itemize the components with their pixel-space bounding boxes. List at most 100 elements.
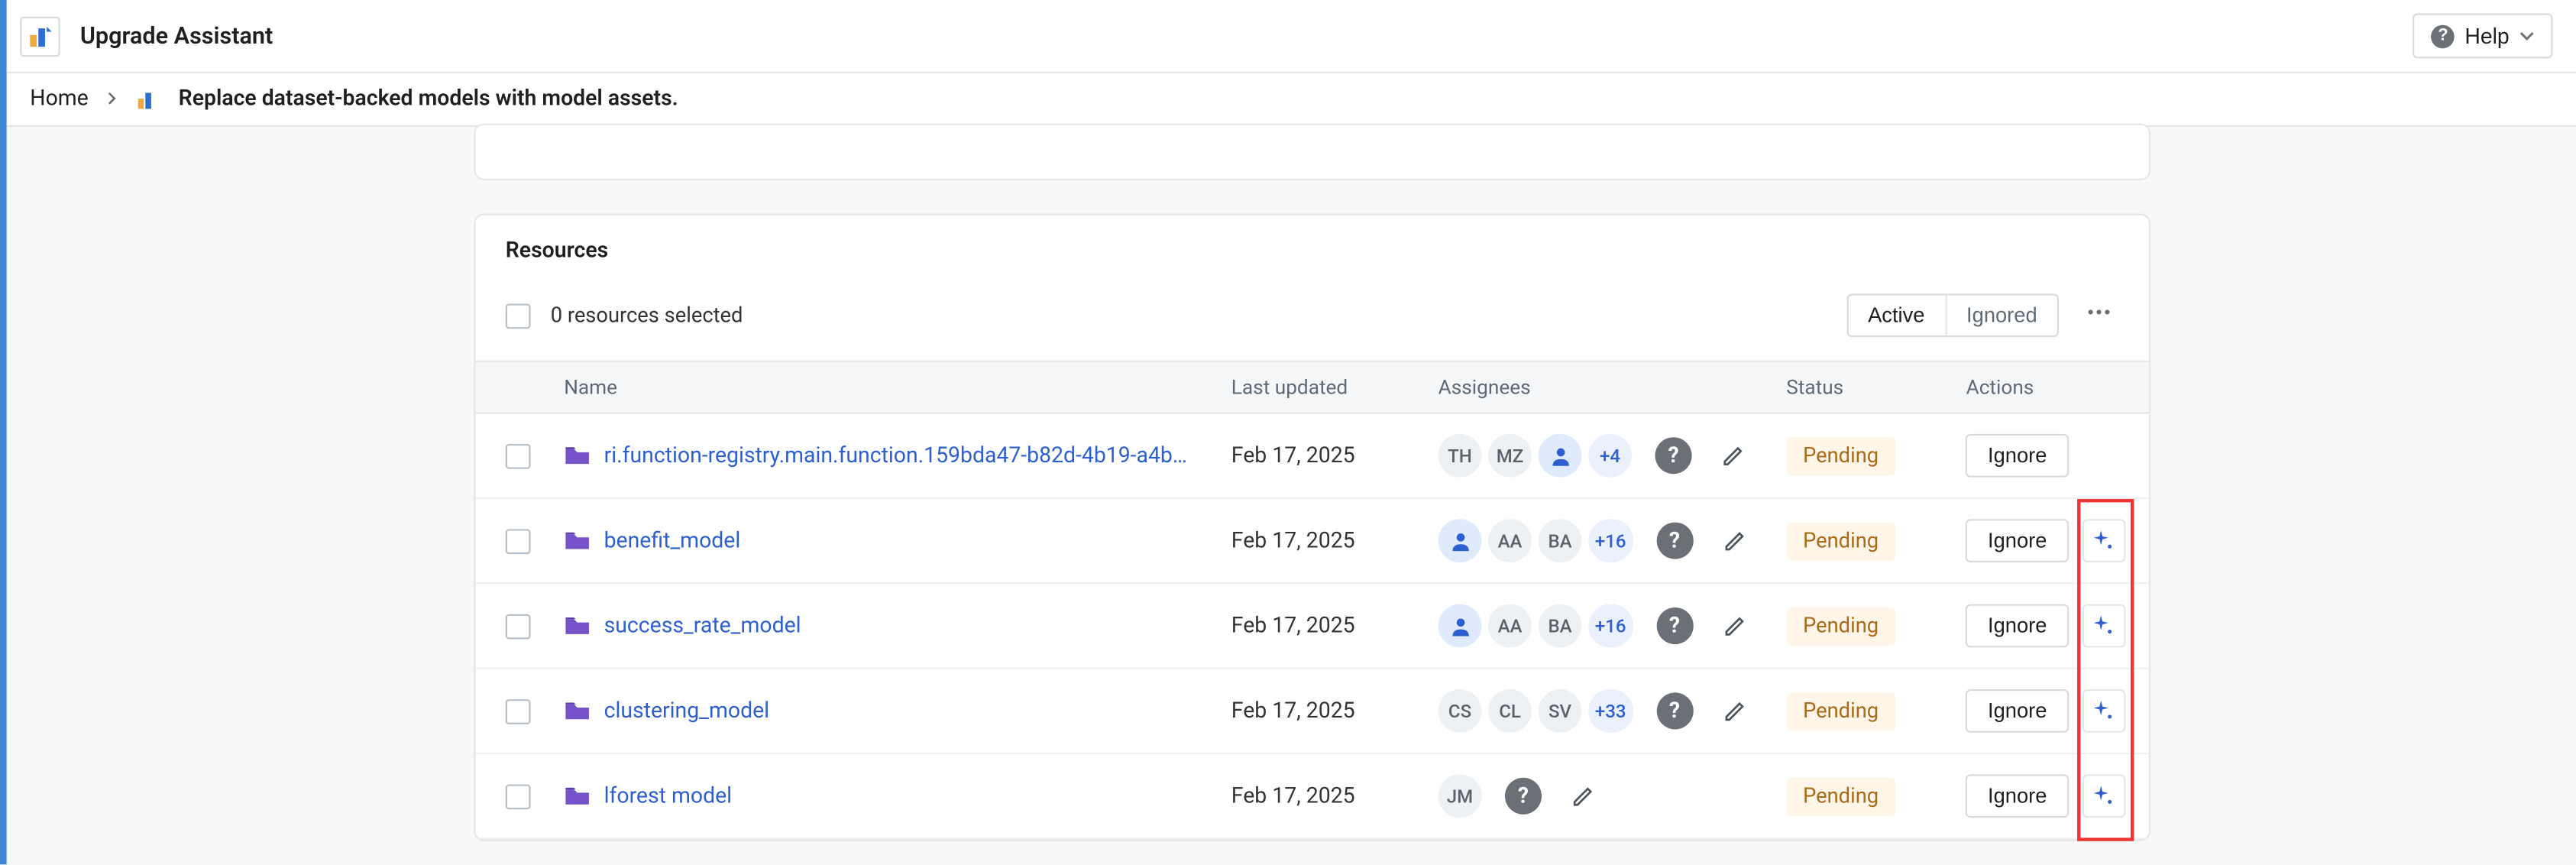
breadcrumb-current: Replace dataset-backed models with model… [179, 87, 678, 112]
ignore-button[interactable]: Ignore [1966, 689, 2069, 733]
assignee-chip[interactable]: CL [1488, 689, 1532, 733]
assignee-help-icon[interactable]: ? [1655, 437, 1692, 474]
assignee-chip[interactable] [1438, 519, 1482, 562]
edit-assignees-icon[interactable] [1717, 523, 1753, 559]
assignees-group: THMZ +4? [1438, 434, 1753, 478]
breadcrumb-home[interactable]: Home [30, 87, 88, 112]
help-button[interactable]: ? Help [2413, 13, 2553, 58]
resources-table: Name Last updated Assignees Status Actio… [475, 361, 2149, 840]
assignee-chip[interactable]: BA [1539, 519, 1582, 562]
active-ignored-segment: Active Ignored [1846, 293, 2059, 337]
row-checkbox[interactable] [506, 443, 531, 468]
model-folder-icon [564, 699, 591, 723]
col-header-last-updated: Last updated [1215, 361, 1422, 413]
ai-assist-button[interactable] [2082, 774, 2125, 818]
table-row: ri.function-registry.main.function.159bd… [475, 413, 2149, 498]
assignees-group: AABA+16? [1438, 519, 1753, 562]
top-bar: Upgrade Assistant ? Help [7, 0, 2576, 73]
ai-assist-button[interactable] [2082, 604, 2125, 648]
ai-assist-button[interactable] [2082, 519, 2125, 562]
chevron-down-icon [2519, 28, 2535, 44]
ignore-button[interactable]: Ignore [1966, 604, 2069, 648]
resources-toolbar: 0 resources selected Active Ignored [475, 280, 2149, 361]
ellipsis-icon [2086, 298, 2112, 325]
assignee-chip[interactable]: +16 [1588, 519, 1633, 562]
resources-title: Resources [475, 215, 2149, 280]
row-checkbox[interactable] [506, 528, 531, 553]
upgrade-assistant-icon [27, 22, 53, 49]
edit-assignees-icon[interactable] [1715, 437, 1752, 474]
assignee-chip[interactable]: +16 [1588, 604, 1633, 648]
breadcrumb-icon [135, 86, 162, 112]
col-header-actions: Actions [1950, 361, 2149, 413]
col-header-status: Status [1769, 361, 1949, 413]
assignee-chip[interactable]: CS [1438, 689, 1482, 733]
model-folder-icon [564, 529, 591, 552]
edit-assignees-icon[interactable] [1717, 692, 1753, 729]
table-row: clustering_model Feb 17, 2025 CSCLSV+33? Pe… [475, 669, 2149, 753]
assignee-chip[interactable]: MZ [1488, 434, 1532, 478]
resource-name-link[interactable]: success_rate_model [604, 614, 801, 639]
col-header-name: Name [547, 361, 1215, 413]
assignees-group: JM? [1438, 774, 1753, 818]
segment-active-button[interactable]: Active [1848, 296, 1945, 335]
selection-count-label: 0 resources selected [551, 303, 743, 328]
assignee-help-icon[interactable]: ? [1656, 523, 1693, 559]
resource-name-link[interactable]: ri.function-registry.main.function.159bd… [604, 443, 1199, 468]
row-checkbox[interactable] [506, 783, 531, 808]
status-badge: Pending [1786, 436, 1895, 475]
assignee-help-icon[interactable]: ? [1656, 692, 1693, 729]
table-row: success_rate_model Feb 17, 2025 AABA+16? Pe… [475, 583, 2149, 668]
assignees-group: AABA+16? [1438, 604, 1753, 648]
app-icon [20, 16, 60, 56]
ignore-button[interactable]: Ignore [1966, 434, 2069, 478]
ignore-button[interactable]: Ignore [1966, 774, 2069, 818]
assignee-chip[interactable]: AA [1488, 519, 1532, 562]
segment-ignored-button[interactable]: Ignored [1945, 296, 2057, 335]
ai-assist-button[interactable] [2082, 689, 2125, 733]
assignee-chip[interactable]: +33 [1588, 689, 1633, 733]
assignee-chip[interactable]: TH [1438, 434, 1482, 478]
table-row: lforest model Feb 17, 2025 JM? Pending Ignor… [475, 753, 2149, 838]
status-badge: Pending [1786, 607, 1895, 645]
help-label: Help [2464, 24, 2509, 49]
model-folder-icon [564, 614, 591, 638]
last-updated-text: Feb 17, 2025 [1231, 528, 1355, 553]
assignee-chip[interactable]: +4 [1588, 434, 1632, 478]
last-updated-text: Feb 17, 2025 [1231, 614, 1355, 639]
more-actions-button[interactable] [2079, 298, 2118, 333]
assignees-group: CSCLSV+33? [1438, 689, 1753, 733]
edit-assignees-icon[interactable] [1717, 607, 1753, 644]
assignee-chip[interactable]: BA [1539, 604, 1582, 648]
assignee-chip[interactable]: JM [1438, 774, 1482, 818]
assignee-chip[interactable]: SV [1539, 689, 1582, 733]
row-checkbox[interactable] [506, 614, 531, 639]
resource-name-link[interactable]: clustering_model [604, 698, 769, 724]
resource-name-link[interactable]: benefit_model [604, 528, 741, 553]
last-updated-text: Feb 17, 2025 [1231, 443, 1355, 468]
resource-name-link[interactable]: lforest model [604, 783, 732, 808]
table-row: benefit_modelFeb 17, 2025AABA+16?Pending… [475, 498, 2149, 583]
last-updated-text: Feb 17, 2025 [1231, 698, 1355, 724]
assignee-help-icon[interactable]: ? [1656, 607, 1693, 644]
help-icon: ? [2432, 24, 2455, 48]
assignee-chip[interactable] [1438, 604, 1482, 648]
row-checkbox[interactable] [506, 698, 531, 724]
resources-card: Resources 0 resources selected Active Ig… [474, 214, 2150, 841]
assignee-chip[interactable] [1539, 434, 1582, 478]
assignee-chip[interactable]: AA [1488, 604, 1532, 648]
app-title: Upgrade Assistant [80, 22, 273, 49]
ignore-button[interactable]: Ignore [1966, 519, 2069, 562]
model-folder-icon [564, 784, 591, 808]
breadcrumb: Home Replace dataset-backed models with … [7, 73, 2576, 127]
info-card-partial [474, 124, 2150, 180]
last-updated-text: Feb 17, 2025 [1231, 783, 1355, 808]
status-badge: Pending [1786, 692, 1895, 730]
select-all-checkbox[interactable] [506, 303, 531, 328]
status-badge: Pending [1786, 777, 1895, 815]
col-header-assignees: Assignees [1422, 361, 1770, 413]
edit-assignees-icon[interactable] [1565, 778, 1602, 815]
assignee-help-icon[interactable]: ? [1505, 778, 1542, 815]
chevron-right-icon [105, 87, 118, 112]
model-folder-icon [564, 444, 591, 468]
